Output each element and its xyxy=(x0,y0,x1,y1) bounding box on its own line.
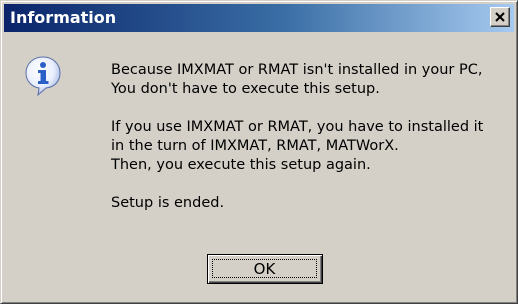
message-line: Setup is ended. xyxy=(111,195,225,211)
title-bar[interactable]: Information xyxy=(4,4,514,32)
message-line: in the turn of IMXMAT, RMAT, MATWorX. xyxy=(111,138,399,154)
message-paragraph: Setup is ended. xyxy=(111,194,511,213)
information-icon xyxy=(25,56,61,96)
close-button[interactable] xyxy=(490,7,510,27)
ok-button[interactable]: OK xyxy=(207,254,323,284)
close-icon xyxy=(495,12,505,22)
message-paragraph: Because IMXMAT or RMAT isn't installed i… xyxy=(111,61,511,99)
message-line: Because IMXMAT or RMAT isn't installed i… xyxy=(111,62,483,78)
message-line: You don't have to execute this setup. xyxy=(111,81,380,97)
information-dialog: Information Because IMXMAT or RMAT isn't… xyxy=(0,0,518,304)
ok-button-label: OK xyxy=(212,259,317,278)
message-paragraph: If you use IMXMAT or RMAT, you have to i… xyxy=(111,118,511,175)
message-line: Then, you execute this setup again. xyxy=(111,157,371,173)
message-text: Because IMXMAT or RMAT isn't installed i… xyxy=(111,61,511,213)
dialog-title: Information xyxy=(10,8,117,27)
message-line: If you use IMXMAT or RMAT, you have to i… xyxy=(111,119,484,135)
